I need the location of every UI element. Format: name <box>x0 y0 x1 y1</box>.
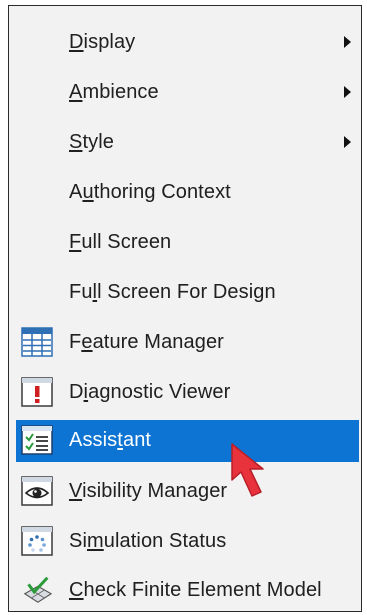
menu-item-label: Style <box>69 131 114 153</box>
submenu-arrow-icon <box>344 136 351 148</box>
menu-item-feature-manager[interactable]: Feature Manager <box>16 322 359 362</box>
menu-item-full-screen-for-design[interactable]: Full Screen For Design <box>16 272 359 312</box>
menu-item-label: Assistant <box>69 429 152 451</box>
menu-item-assistant[interactable]: Assistant <box>16 420 359 462</box>
check-finite-element-model-icon <box>21 574 53 606</box>
menu-item-label: Full Screen For Design <box>69 281 276 303</box>
submenu-arrow-icon <box>344 86 351 98</box>
feature-manager-icon <box>21 326 53 358</box>
menu-item-diagnostic-viewer[interactable]: Diagnostic Viewer <box>16 372 359 412</box>
diagnostic-viewer-icon <box>21 376 53 408</box>
menu-item-label: Visibility Manager <box>69 480 228 502</box>
menu-item-style[interactable]: Style <box>16 122 359 162</box>
menu-item-label: Display <box>69 31 136 53</box>
menu-item-check-finite-element-model[interactable]: Check Finite Element Model <box>16 570 359 610</box>
submenu-arrow-icon <box>344 36 351 48</box>
menu-item-simulation-status[interactable]: Simulation Status <box>16 521 359 561</box>
menu-item-label: Full Screen <box>69 231 172 253</box>
menu-item-ambience[interactable]: Ambience <box>16 72 359 112</box>
context-menu: Display Ambience Style Authoring Context… <box>8 5 362 612</box>
simulation-status-icon <box>21 525 53 557</box>
menu-item-label: Ambience <box>69 81 159 103</box>
assistant-icon <box>21 424 53 456</box>
menu-item-display[interactable]: Display <box>16 22 359 62</box>
menu-item-label: Feature Manager <box>69 331 224 353</box>
menu-item-authoring-context[interactable]: Authoring Context <box>16 172 359 212</box>
menu-item-full-screen[interactable]: Full Screen <box>16 222 359 262</box>
mouse-pointer-icon <box>231 443 264 497</box>
menu-item-visibility-manager[interactable]: Visibility Manager <box>16 471 359 511</box>
menu-item-label: Simulation Status <box>69 530 227 552</box>
visibility-manager-icon <box>21 475 53 507</box>
menu-item-label: Authoring Context <box>69 181 231 203</box>
menu-item-label: Check Finite Element Model <box>69 579 322 601</box>
menu-item-label: Diagnostic Viewer <box>69 381 231 403</box>
